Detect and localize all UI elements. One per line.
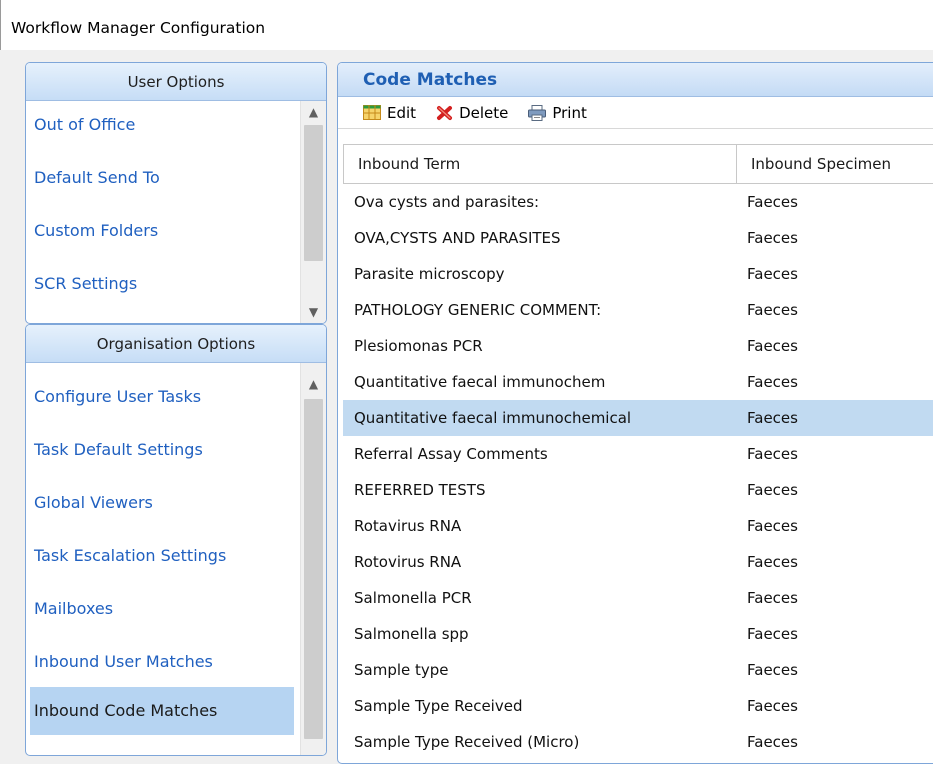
cell-inbound-term: Parasite microscopy — [354, 265, 505, 283]
cell-inbound-specimen: Faeces — [747, 265, 798, 283]
cell-inbound-specimen: Faeces — [747, 193, 798, 211]
cell-inbound-term: OVA,CYSTS AND PARASITES — [354, 229, 561, 247]
cell-inbound-term: PATHOLOGY GENERIC COMMENT: — [354, 301, 602, 319]
table-row[interactable]: Rotavirus RNA Faeces — [343, 508, 933, 544]
nav-item-task-escalation-settings[interactable]: Task Escalation Settings — [30, 532, 292, 580]
red-x-delete-icon — [437, 105, 453, 120]
table-row[interactable]: Plesiomonas PCR Faeces — [343, 328, 933, 364]
table-row[interactable]: Rotovirus RNA Faeces — [343, 544, 933, 580]
scrollbar-thumb[interactable] — [304, 399, 323, 739]
cell-inbound-specimen: Faeces — [747, 697, 798, 715]
cell-inbound-specimen: Faeces — [747, 733, 798, 751]
grid-edit-icon — [363, 105, 381, 120]
cell-inbound-specimen: Faeces — [747, 373, 798, 391]
cell-inbound-term: Sample type — [354, 661, 449, 679]
organisation-options-panel: Organisation Options Configure User Task… — [25, 324, 327, 756]
print-button[interactable]: Print — [528, 104, 587, 122]
organisation-options-list: Configure User Tasks Task Default Settin… — [26, 363, 326, 755]
cell-inbound-term: REFERRED TESTS — [354, 481, 486, 499]
scroll-up-icon[interactable]: ▲ — [301, 101, 326, 123]
nav-item-inbound-user-matches[interactable]: Inbound User Matches — [30, 638, 292, 686]
cell-inbound-specimen: Faeces — [747, 517, 798, 535]
cell-inbound-specimen: Faeces — [747, 337, 798, 355]
scrollbar-thumb[interactable] — [304, 125, 323, 261]
window-title: Workflow Manager Configuration — [11, 19, 266, 37]
cell-inbound-specimen: Faeces — [747, 409, 798, 427]
scroll-down-icon[interactable]: ▼ — [301, 301, 326, 323]
nav-item-scr-settings[interactable]: SCR Settings — [30, 260, 292, 308]
user-options-scrollbar[interactable]: ▲ ▼ — [300, 101, 326, 323]
nav-item-custom-folders[interactable]: Custom Folders — [30, 207, 292, 255]
cell-inbound-term: Sample Type Received — [354, 697, 523, 715]
nav-item-inbound-code-matches[interactable]: Inbound Code Matches — [30, 687, 294, 735]
table-row[interactable]: Salmonella PCR Faeces — [343, 580, 933, 616]
user-options-panel: User Options Out of Office Default Send … — [25, 62, 327, 324]
cell-inbound-term: Quantitative faecal immunochemical — [354, 409, 632, 427]
cell-inbound-specimen: Faeces — [747, 445, 798, 463]
cell-inbound-term: Salmonella PCR — [354, 589, 472, 607]
cell-inbound-specimen: Faeces — [747, 553, 798, 571]
cell-inbound-term: Rotavirus RNA — [354, 517, 462, 535]
table-row[interactable]: OVA,CYSTS AND PARASITES Faeces — [343, 220, 933, 256]
cell-inbound-term: Quantitative faecal immunochem — [354, 373, 606, 391]
user-options-header[interactable]: User Options — [26, 63, 326, 101]
print-label: Print — [552, 103, 587, 122]
table-row[interactable]: REFERRED TESTS Faeces — [343, 472, 933, 508]
edit-label: Edit — [387, 103, 417, 122]
printer-icon — [528, 104, 547, 121]
column-header-inbound-specimen[interactable]: Inbound Specimen — [737, 145, 933, 183]
table-row[interactable]: Quantitative faecal immunochem Faeces — [343, 364, 933, 400]
organisation-options-scrollbar[interactable]: ▲ — [300, 363, 326, 755]
cell-inbound-term: Referral Assay Comments — [354, 445, 548, 463]
cell-inbound-specimen: Faeces — [747, 301, 798, 319]
cell-inbound-term: Sample Type Received (Micro) — [354, 733, 580, 751]
nav-item-global-viewers[interactable]: Global Viewers — [30, 479, 292, 527]
cell-inbound-specimen: Faeces — [747, 481, 798, 499]
toolbar: Edit Delete Print — [338, 97, 933, 129]
cell-inbound-term: Plesiomonas PCR — [354, 337, 483, 355]
panel-title: Code Matches — [338, 63, 933, 97]
table-row[interactable]: Sample Type Received Faeces — [343, 688, 933, 724]
cell-inbound-term: Salmonella spp — [354, 625, 469, 643]
grid-header: Inbound Term Inbound Specimen — [343, 144, 933, 184]
table-row[interactable]: Salmonella spp Faeces — [343, 616, 933, 652]
nav-item-task-default-settings[interactable]: Task Default Settings — [30, 426, 292, 474]
cell-inbound-term: Ova cysts and parasites: — [354, 193, 540, 211]
table-row[interactable]: PATHOLOGY GENERIC COMMENT: Faeces — [343, 292, 933, 328]
nav-item-configure-user-tasks[interactable]: Configure User Tasks — [30, 373, 292, 421]
cell-inbound-specimen: Faeces — [747, 625, 798, 643]
nav-item-mailboxes[interactable]: Mailboxes — [30, 585, 292, 633]
code-matches-grid: Inbound Term Inbound Specimen Ova cysts … — [343, 144, 933, 760]
nav-item-default-send-to[interactable]: Default Send To — [30, 154, 292, 202]
user-options-list: Out of Office Default Send To Custom Fol… — [26, 101, 326, 323]
scroll-up-icon[interactable]: ▲ — [301, 373, 326, 395]
table-row[interactable]: Ova cysts and parasites: Faeces — [343, 184, 933, 220]
cell-inbound-specimen: Faeces — [747, 661, 798, 679]
nav-item-out-of-office[interactable]: Out of Office — [30, 101, 292, 149]
delete-label: Delete — [459, 103, 509, 122]
grid-rows: Ova cysts and parasites: Faeces OVA,CYSTS … — [343, 184, 933, 760]
cell-inbound-specimen: Faeces — [747, 229, 798, 247]
table-row[interactable]: Sample Type Received (Micro) Faeces — [343, 724, 933, 760]
delete-button[interactable]: Delete — [436, 104, 508, 122]
column-header-inbound-term[interactable]: Inbound Term — [343, 145, 737, 183]
edit-button[interactable]: Edit — [363, 104, 416, 122]
cell-inbound-term: Rotovirus RNA — [354, 553, 462, 571]
table-row[interactable]: Referral Assay Comments Faeces — [343, 436, 933, 472]
table-row[interactable]: Parasite microscopy Faeces — [343, 256, 933, 292]
organisation-options-header[interactable]: Organisation Options — [26, 325, 326, 363]
code-matches-panel: Code Matches Edit Delete Print Inbound T… — [337, 62, 933, 764]
title-bar: Workflow Manager Configuration — [0, 0, 933, 50]
cell-inbound-specimen: Faeces — [747, 589, 798, 607]
table-row[interactable]: Sample type Faeces — [343, 652, 933, 688]
table-row[interactable]: Quantitative faecal immunochemical Faeces — [343, 400, 933, 436]
